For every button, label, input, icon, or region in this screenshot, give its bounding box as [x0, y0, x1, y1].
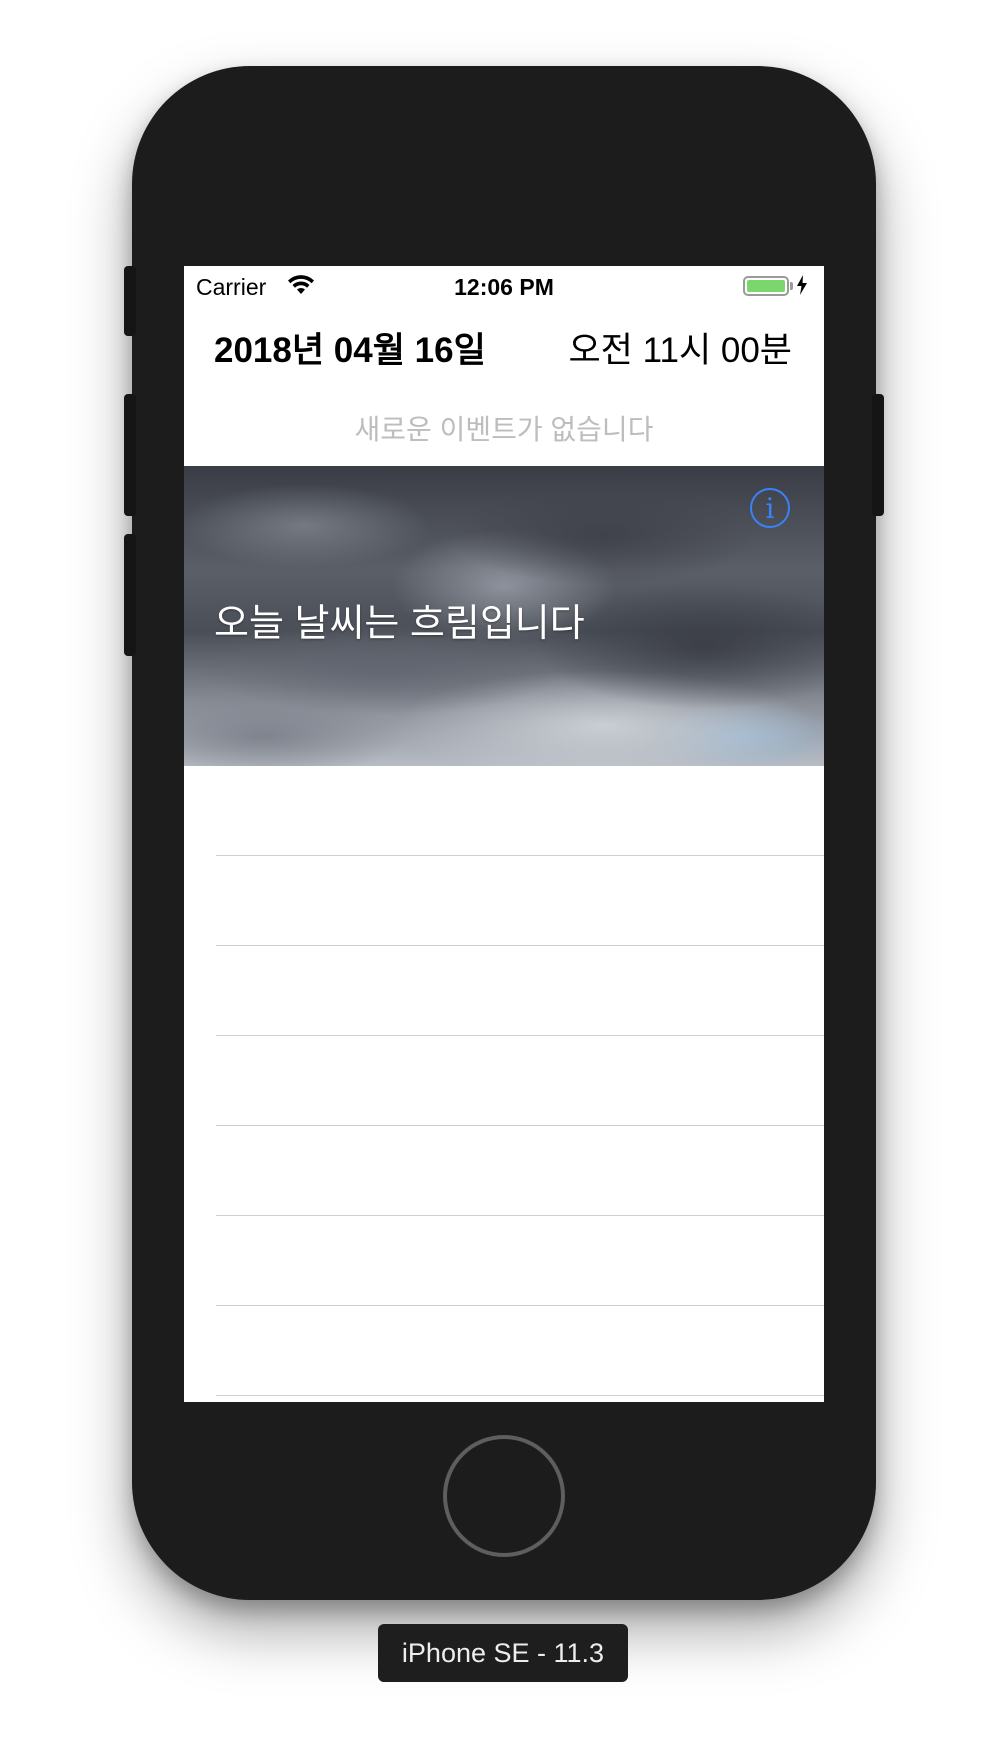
volume-up-button [124, 394, 136, 516]
charging-bolt-icon [796, 274, 808, 302]
table-row[interactable] [216, 856, 824, 946]
battery-icon [743, 276, 789, 296]
info-icon[interactable]: i [750, 488, 790, 528]
weather-message: 오늘 날씨는 흐림입니다 [214, 603, 585, 645]
weather-panel: 오늘 날씨는 흐림입니다 i [184, 466, 824, 766]
no-events-message: 새로운 이벤트가 없습니다 [354, 414, 654, 445]
status-bar: Carrier 12:06 PM [184, 266, 824, 306]
table-row[interactable] [216, 1036, 824, 1126]
table-row[interactable] [216, 1126, 824, 1216]
simulator-device-label: iPhone SE - 11.3 [378, 1624, 628, 1682]
home-button[interactable] [443, 1435, 565, 1557]
table-row[interactable] [216, 766, 824, 856]
table-row[interactable] [216, 946, 824, 1036]
time-label: 오전 11시 00분 [568, 331, 792, 370]
power-button [872, 394, 884, 516]
event-table[interactable] [184, 766, 824, 1396]
simulator-stage: Carrier 12:06 PM 2018년 04월 16일 오전 11시 00… [0, 0, 1008, 1764]
table-row[interactable] [216, 1216, 824, 1306]
app-screen: Carrier 12:06 PM 2018년 04월 16일 오전 11시 00… [184, 266, 824, 1402]
status-time: 12:06 PM [454, 274, 554, 300]
mute-switch [124, 266, 136, 336]
date-label: 2018년 04월 16일 [214, 331, 486, 370]
volume-down-button [124, 534, 136, 656]
table-row[interactable] [216, 1306, 824, 1396]
battery-tip [790, 282, 793, 290]
